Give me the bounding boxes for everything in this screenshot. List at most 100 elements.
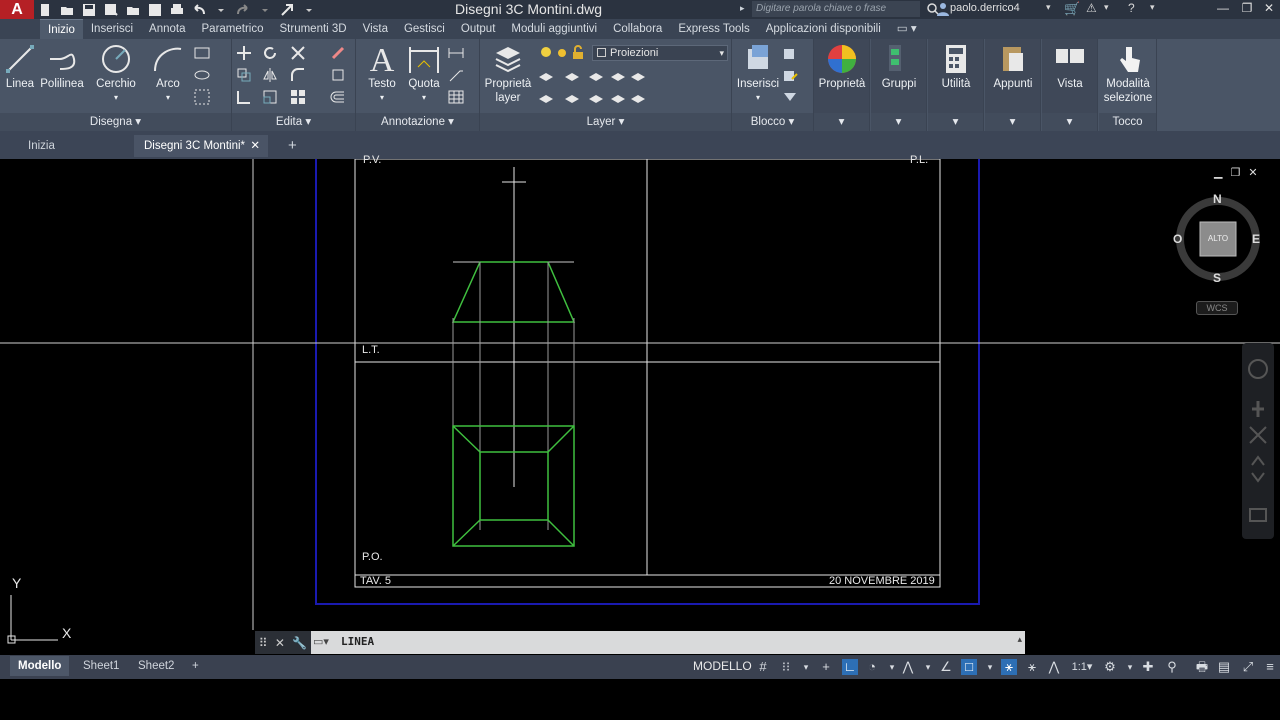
snap-icon[interactable]: ⁝⁝ — [778, 659, 794, 675]
chevron-down-icon[interactable]: ▾ — [884, 659, 900, 675]
layer-properties-button[interactable]: Proprietà layer — [482, 43, 534, 105]
layer-tool-icon[interactable] — [538, 69, 554, 85]
chevron-down-icon[interactable]: ▾ — [1104, 2, 1109, 13]
layer-tool-icon[interactable] — [630, 69, 646, 85]
lock-icon[interactable] — [570, 45, 586, 61]
layer-tool-icon[interactable] — [538, 91, 554, 107]
scale-icon[interactable] — [262, 89, 278, 105]
chevron-down-icon[interactable]: ▾ — [798, 659, 814, 675]
restore-viewport-icon[interactable]: ❐ — [1230, 166, 1240, 179]
compass-north[interactable]: N — [1213, 192, 1222, 206]
user-account[interactable]: paolo.derrico4 — [950, 2, 1020, 14]
layer-tool-icon[interactable] — [564, 69, 580, 85]
tab-start[interactable]: Inizia — [18, 135, 130, 157]
chevron-up-icon[interactable]: ▴ — [1017, 634, 1022, 645]
trim-icon[interactable] — [290, 45, 306, 61]
layer-tool-icon[interactable] — [610, 69, 626, 85]
layout-tab-sheet1[interactable]: Sheet1 — [75, 656, 127, 676]
hatch-icon[interactable] — [194, 67, 210, 83]
new-icon[interactable] — [36, 2, 54, 18]
dimension-button[interactable]: Quota ▾ — [398, 43, 450, 105]
layer-dropdown[interactable]: Proiezioni ▾ — [592, 45, 728, 61]
panel-title-blocco[interactable]: Blocco ▾ — [732, 113, 813, 131]
create-block-icon[interactable] — [782, 45, 798, 61]
web-save-icon[interactable] — [146, 2, 164, 18]
close-icon[interactable]: ✕ — [275, 636, 285, 650]
panel-expand-appunti[interactable]: ▾ — [985, 113, 1040, 131]
save-as-icon[interactable] — [102, 2, 120, 18]
customize-menu-icon[interactable]: ≡ — [1262, 659, 1278, 675]
chevron-down-icon[interactable] — [300, 2, 318, 18]
pattern-icon[interactable] — [194, 89, 210, 105]
chevron-down-icon[interactable]: ▾ — [1122, 659, 1138, 675]
lightbulb-icon[interactable] — [538, 45, 554, 61]
compass-west[interactable]: O — [1173, 232, 1182, 246]
selection-mode-button[interactable]: Modalità selezione — [1102, 43, 1154, 105]
minimize-viewport-icon[interactable]: ▁ — [1214, 166, 1222, 179]
ortho-icon[interactable]: ∟ — [842, 659, 858, 675]
viewcube-face-top[interactable]: ALTO — [1200, 234, 1236, 243]
rotate-icon[interactable] — [262, 45, 278, 61]
panel-title-layer[interactable]: Layer ▾ — [480, 113, 731, 131]
annotation-visibility-icon[interactable]: ⚹ — [1001, 659, 1017, 675]
panel-title-annotazione[interactable]: Annotazione ▾ — [356, 113, 479, 131]
tab-express-tools[interactable]: Express Tools — [670, 19, 757, 39]
circle-button[interactable]: Cerchio ▾ — [90, 43, 142, 105]
erase-icon[interactable] — [330, 45, 346, 61]
help-icon[interactable]: ? — [1128, 1, 1135, 15]
tab-inizio[interactable]: Inizio — [40, 19, 83, 39]
tab-active-document[interactable]: Disegni 3C Montini* ✕ — [134, 135, 268, 157]
search-expand-icon[interactable]: ▸ — [740, 3, 745, 14]
object-snap-tracking-icon[interactable]: ∠ — [938, 659, 954, 675]
tab-collabora[interactable]: Collabora — [605, 19, 670, 39]
panel-title-edita[interactable]: Edita ▾ — [232, 113, 355, 131]
array-icon[interactable] — [290, 89, 306, 105]
infer-constraints-icon[interactable]: + — [818, 659, 834, 675]
tab-inserisci[interactable]: Inserisci — [83, 19, 141, 39]
chevron-down-icon[interactable]: ▾ — [982, 659, 998, 675]
arc-button[interactable]: Arco ▾ — [142, 43, 194, 105]
chevron-down-icon[interactable]: ▾ — [1046, 2, 1051, 13]
offset-icon[interactable] — [330, 89, 346, 105]
utility-button[interactable]: Utilità — [930, 43, 982, 91]
tab-applicazioni-disponibili[interactable]: Applicazioni disponibili — [758, 19, 889, 39]
panel-appunti[interactable]: Appunti ▾ — [985, 39, 1041, 131]
compass-south[interactable]: S — [1213, 271, 1221, 285]
leader-icon[interactable] — [448, 67, 464, 83]
web-open-icon[interactable] — [124, 2, 142, 18]
add-icon[interactable]: ✚ — [1140, 659, 1156, 675]
polar-tracking-icon[interactable]: ◔ — [864, 659, 880, 675]
panel-proprieta[interactable]: Proprietà ▾ — [814, 39, 870, 131]
restore-button[interactable]: ❐ — [1236, 1, 1258, 17]
mirror-icon[interactable] — [262, 67, 278, 83]
polyline-button[interactable]: Polilinea — [36, 43, 88, 91]
command-line[interactable]: ⠿ ✕ 🔧 ▭▾ LINEA ▴ — [255, 631, 1025, 654]
panel-expand-vista[interactable]: ▾ — [1042, 113, 1097, 131]
print-icon[interactable] — [168, 2, 186, 18]
panel-gruppi[interactable]: Gruppi ▾ — [871, 39, 927, 131]
chevron-down-icon[interactable] — [256, 2, 274, 18]
groups-button[interactable]: Gruppi — [873, 43, 925, 91]
open-icon[interactable] — [58, 2, 76, 18]
viewcube[interactable]: N S E O ALTO — [1173, 192, 1262, 285]
view-button[interactable]: Vista — [1044, 43, 1096, 91]
chevron-down-icon[interactable]: ▾ — [1150, 2, 1155, 13]
tab-output[interactable]: Output — [453, 19, 504, 39]
panel-expand-proprieta[interactable]: ▾ — [814, 113, 869, 131]
redo-icon[interactable] — [234, 2, 252, 18]
layer-tool-icon[interactable] — [588, 91, 604, 107]
stretch-icon[interactable] — [236, 89, 252, 105]
table-icon[interactable] — [448, 89, 464, 105]
close-icon[interactable]: ✕ — [250, 135, 260, 157]
annotation-scale-icon[interactable]: ⋀ — [1046, 659, 1062, 675]
hardware-acceleration-icon[interactable]: 🖶 — [1194, 659, 1210, 675]
copy-icon[interactable] — [236, 67, 252, 83]
explode-icon[interactable] — [330, 67, 346, 83]
panel-expand-gruppi[interactable]: ▾ — [871, 113, 926, 131]
undo-icon[interactable] — [190, 2, 208, 18]
close-viewport-icon[interactable]: ✕ — [1248, 166, 1257, 179]
command-input[interactable]: LINEA — [341, 635, 374, 648]
panel-utilita[interactable]: Utilità ▾ — [928, 39, 984, 131]
scale-dropdown[interactable]: 1:1▾ — [1068, 659, 1096, 675]
tab-gestisci[interactable]: Gestisci — [396, 19, 453, 39]
